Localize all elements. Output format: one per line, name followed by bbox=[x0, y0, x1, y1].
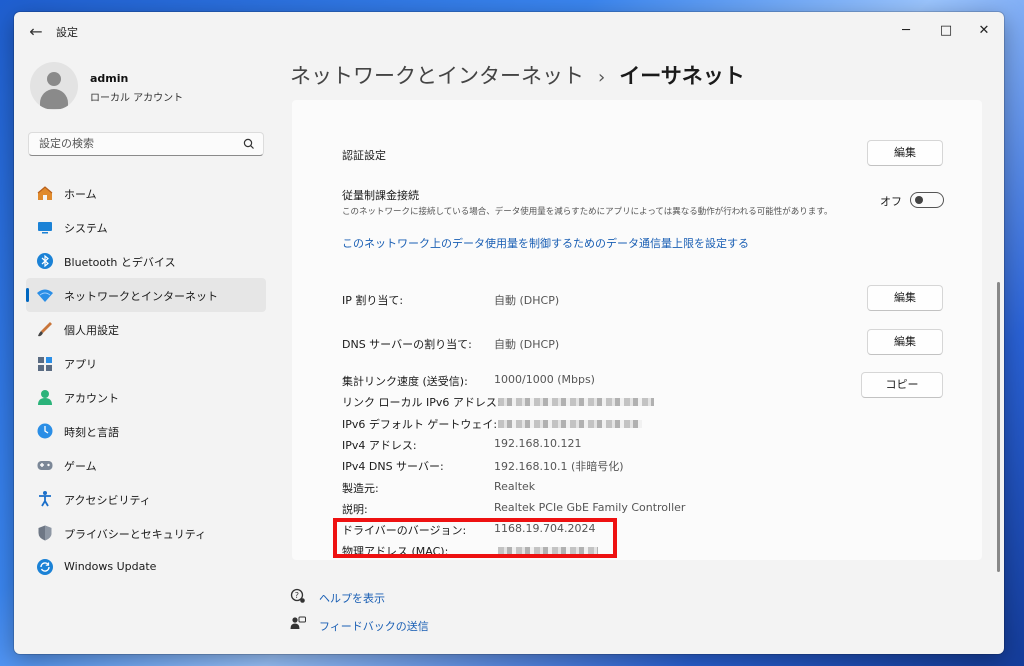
sidebar-item-accounts[interactable]: アカウント bbox=[26, 380, 266, 414]
apps-icon bbox=[38, 357, 52, 371]
sidebar-item-label: 個人用設定 bbox=[64, 324, 119, 337]
search-icon[interactable] bbox=[241, 136, 257, 152]
back-arrow-icon[interactable]: ← bbox=[26, 22, 46, 42]
page-title: イーサネット bbox=[619, 64, 745, 88]
sidebar-item-label: ホーム bbox=[64, 188, 97, 201]
redacted-ipv6-address bbox=[498, 398, 654, 406]
account-type: ローカル アカウント bbox=[90, 93, 184, 104]
property-label-link-speed: 集計リンク速度 (送受信): bbox=[342, 375, 468, 388]
sidebar-item-personalization[interactable]: 個人用設定 bbox=[26, 312, 266, 346]
sidebar-item-network[interactable]: ネットワークとインターネット bbox=[26, 278, 266, 312]
ip-assignment-value: 自動 (DHCP) bbox=[494, 294, 560, 307]
feedback-icon bbox=[290, 616, 306, 629]
sidebar-item-label: 時刻と言語 bbox=[64, 426, 119, 439]
metered-connection-description: このネットワークに接続している場合、データ使用量を減らすためにアプリによっては異… bbox=[342, 207, 833, 217]
sidebar-item-label: システム bbox=[64, 222, 108, 235]
sidebar-item-system[interactable]: システム bbox=[26, 210, 266, 244]
sidebar-item-label: ゲーム bbox=[64, 460, 97, 473]
metered-connection-label: 従量制課金接続 bbox=[342, 189, 419, 202]
network-icon bbox=[37, 289, 53, 302]
sidebar-item-label: プライバシーとセキュリティ bbox=[64, 528, 207, 541]
property-label-ipv6-gateway: IPv6 デフォルト ゲートウェイ: bbox=[342, 418, 498, 431]
sidebar-item-label: アプリ bbox=[64, 358, 97, 371]
dns-assignment-value: 自動 (DHCP) bbox=[494, 338, 560, 351]
system-icon bbox=[38, 222, 52, 234]
property-label-link-local-ipv6: リンク ローカル IPv6 アドレス: bbox=[342, 396, 501, 409]
bluetooth-icon bbox=[37, 253, 53, 269]
dns-assignment-edit-button[interactable]: 編集 bbox=[867, 329, 943, 355]
maximize-button[interactable]: □ bbox=[926, 18, 966, 44]
property-value-description: Realtek PCIe GbE Family Controller bbox=[494, 501, 686, 514]
sidebar-item-accessibility[interactable]: アクセシビリティ bbox=[26, 482, 266, 516]
property-value-link-speed: 1000/1000 (Mbps) bbox=[494, 373, 595, 386]
sidebar-item-gaming[interactable]: ゲーム bbox=[26, 448, 266, 482]
personalization-icon bbox=[38, 322, 52, 337]
minimize-button[interactable]: ─ bbox=[886, 18, 926, 44]
search-input[interactable] bbox=[37, 136, 241, 151]
time-language-icon bbox=[37, 423, 53, 439]
redacted-ipv6-gateway bbox=[498, 420, 642, 428]
property-label-ipv4-address: IPv4 アドレス: bbox=[342, 439, 417, 452]
copy-button[interactable]: コピー bbox=[861, 372, 943, 398]
mac-address-highlight-box bbox=[333, 518, 617, 558]
property-label-ipv4-dns: IPv4 DNS サーバー: bbox=[342, 460, 444, 473]
sidebar-item-apps[interactable]: アプリ bbox=[26, 346, 266, 380]
app-title: 設定 bbox=[56, 26, 78, 39]
scrollbar[interactable] bbox=[997, 282, 1000, 572]
sidebar-item-label: アクセシビリティ bbox=[64, 494, 151, 507]
property-label-description: 説明: bbox=[342, 503, 368, 516]
property-value-ipv4-dns: 192.168.10.1 (非暗号化) bbox=[494, 460, 624, 473]
home-icon bbox=[37, 186, 53, 200]
breadcrumb-parent[interactable]: ネットワークとインターネット bbox=[290, 64, 584, 88]
auth-settings-label: 認証設定 bbox=[342, 149, 386, 162]
privacy-icon bbox=[38, 525, 52, 541]
title-bar: ← 設定 ─ □ ✕ bbox=[14, 12, 1004, 52]
data-limit-link[interactable]: このネットワーク上のデータ使用量を制御するためのデータ通信量上限を設定する bbox=[342, 235, 749, 251]
accessibility-icon bbox=[39, 491, 51, 507]
metered-connection-toggle[interactable] bbox=[910, 192, 944, 208]
sidebar-item-label: Bluetooth とデバイス bbox=[64, 256, 176, 269]
metered-toggle-state: オフ bbox=[880, 195, 902, 208]
auth-edit-button[interactable]: 編集 bbox=[867, 140, 943, 166]
sidebar-item-windows-update[interactable]: Windows Update bbox=[26, 550, 266, 584]
ip-assignment-edit-button[interactable]: 編集 bbox=[867, 285, 943, 311]
help-icon: ? bbox=[290, 588, 305, 603]
windows-update-icon bbox=[37, 559, 53, 575]
breadcrumb-separator: › bbox=[598, 67, 606, 88]
sidebar-item-label: Windows Update bbox=[64, 560, 157, 573]
sidebar-item-time-language[interactable]: 時刻と言語 bbox=[26, 414, 266, 448]
property-label-manufacturer: 製造元: bbox=[342, 482, 379, 495]
user-name: admin bbox=[90, 72, 129, 85]
close-button[interactable]: ✕ bbox=[964, 18, 1004, 44]
sidebar-item-privacy[interactable]: プライバシーとセキュリティ bbox=[26, 516, 266, 550]
search-box[interactable] bbox=[28, 132, 264, 156]
sidebar-item-bluetooth[interactable]: Bluetooth とデバイス bbox=[26, 244, 266, 278]
feedback-link[interactable]: フィードバックの送信 bbox=[319, 618, 429, 634]
avatar bbox=[30, 62, 78, 110]
property-value-ipv4-address: 192.168.10.121 bbox=[494, 437, 582, 450]
account-icon bbox=[38, 390, 52, 405]
ip-assignment-label: IP 割り当て: bbox=[342, 294, 404, 307]
sidebar-item-label: アカウント bbox=[64, 392, 119, 405]
sidebar-nav: ホーム システム Bluetooth とデバイス ネットワークとインターネット bbox=[26, 176, 266, 584]
gaming-icon bbox=[37, 461, 53, 470]
help-link[interactable]: ヘルプを表示 bbox=[319, 590, 385, 606]
ethernet-settings-panel: 認証設定 編集 従量制課金接続 このネットワークに接続している場合、データ使用量… bbox=[292, 100, 982, 560]
sidebar-item-label: ネットワークとインターネット bbox=[64, 290, 218, 303]
sidebar-item-home[interactable]: ホーム bbox=[26, 176, 266, 210]
breadcrumb: ネットワークとインターネット › イーサネット bbox=[290, 60, 745, 90]
dns-assignment-label: DNS サーバーの割り当て: bbox=[342, 338, 472, 351]
property-value-manufacturer: Realtek bbox=[494, 480, 536, 493]
svg-text:?: ? bbox=[295, 591, 299, 600]
